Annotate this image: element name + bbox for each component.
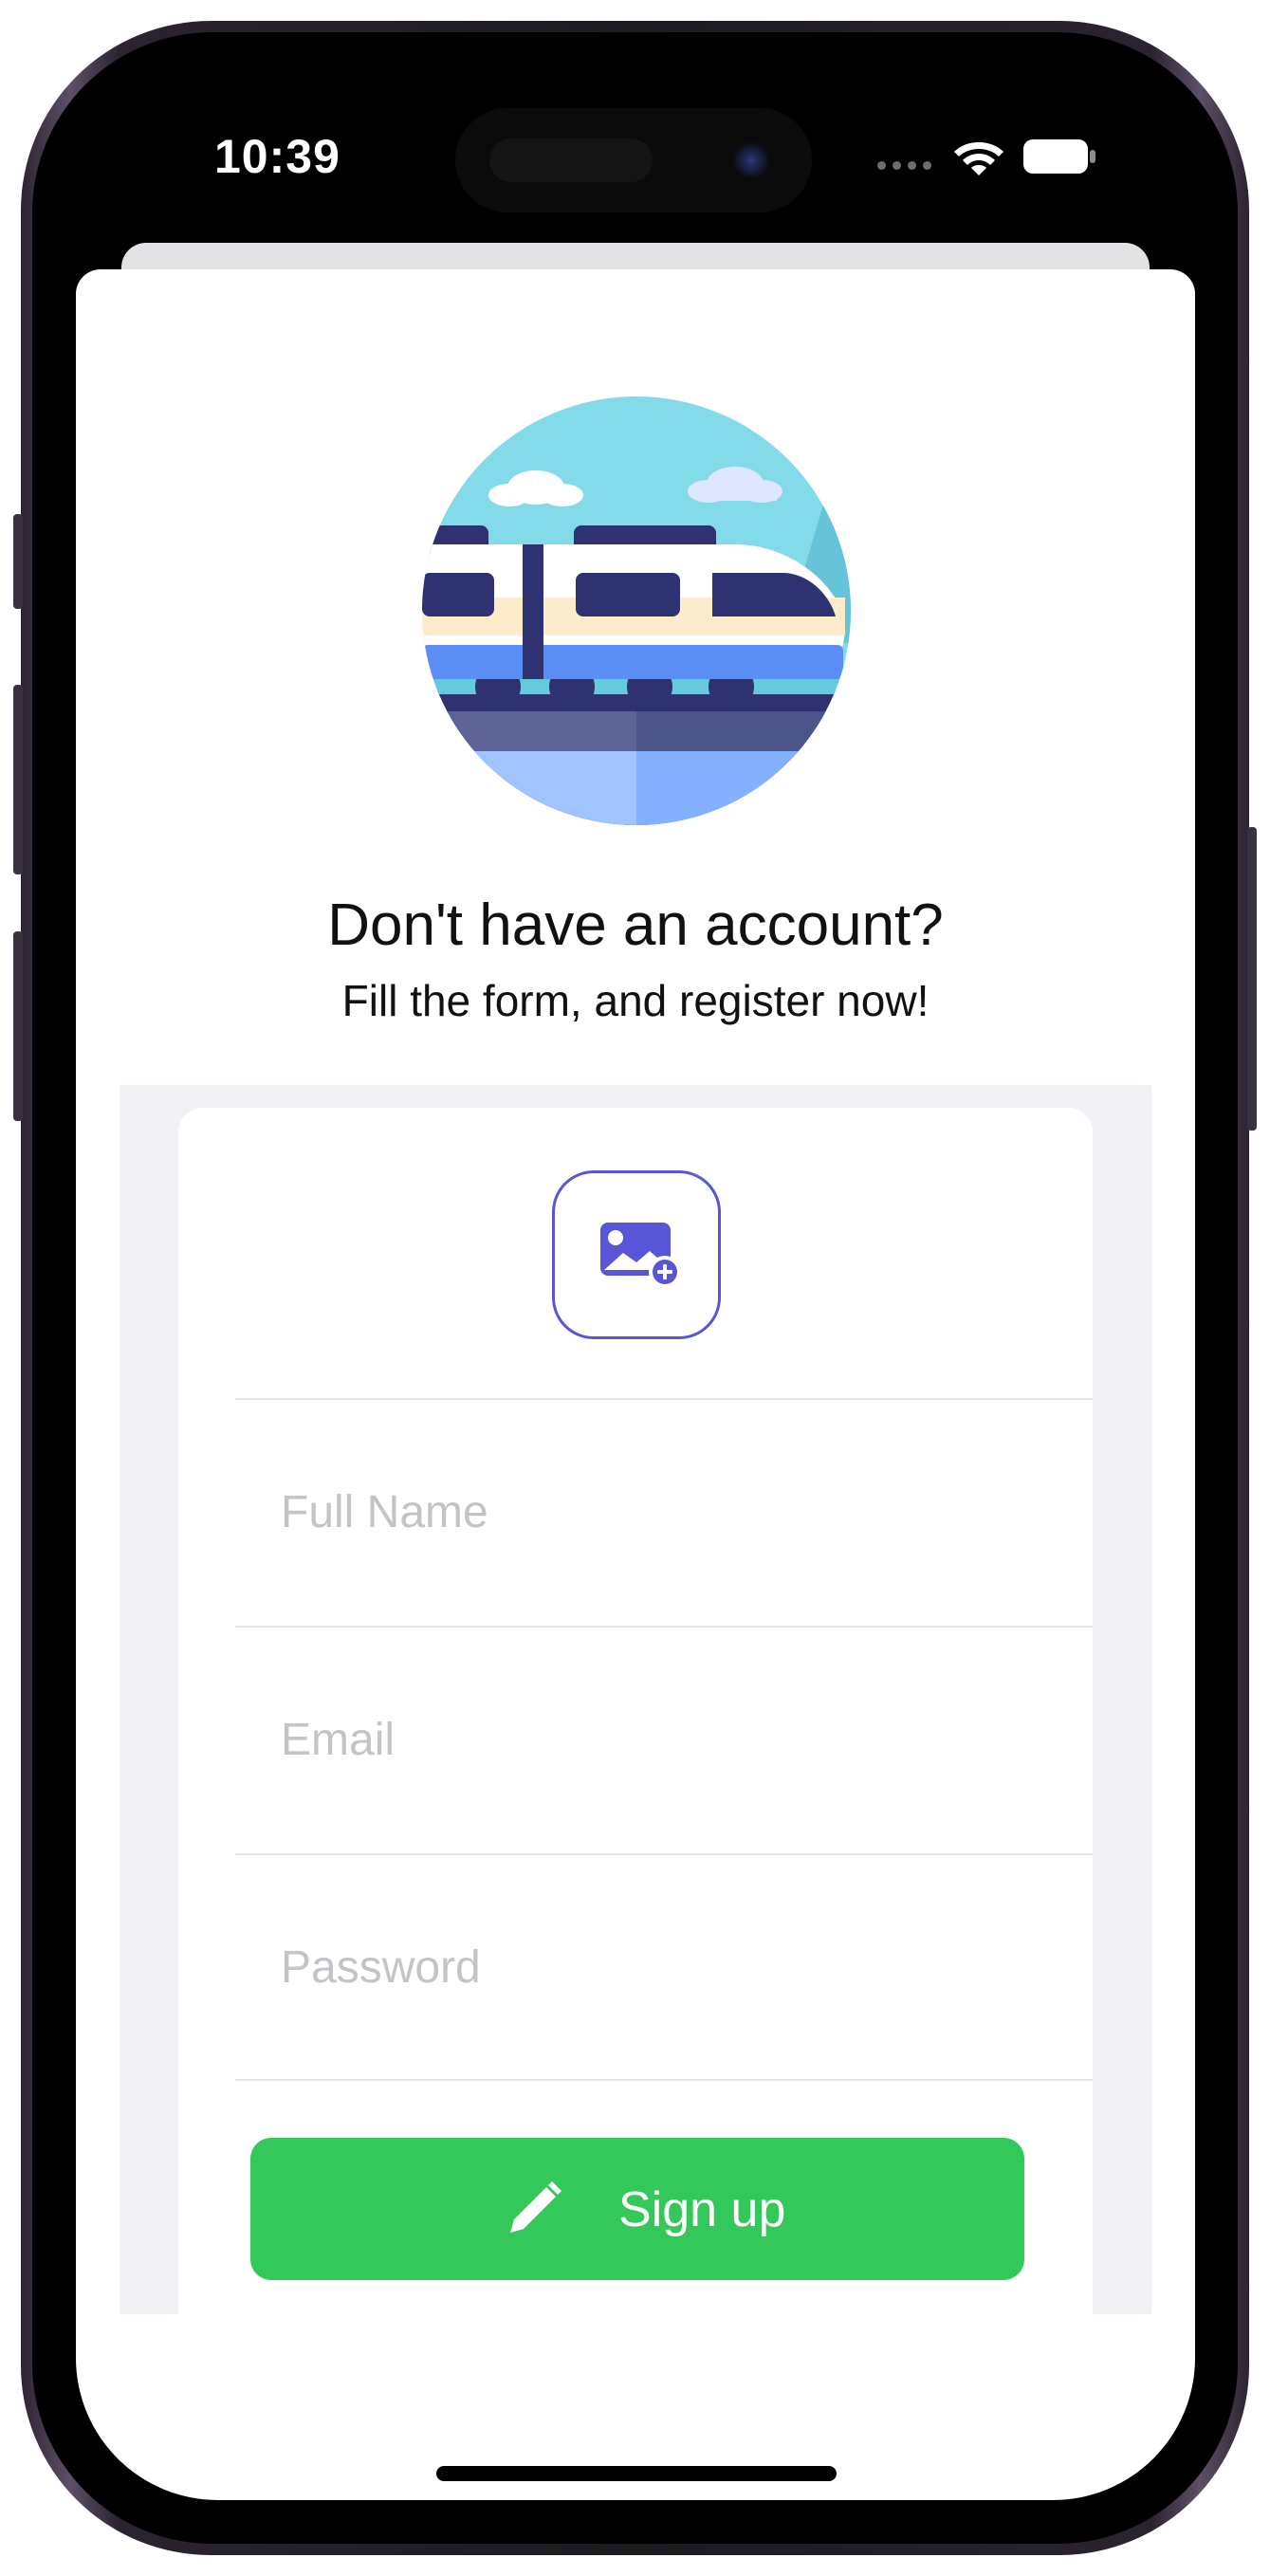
train-illustration <box>422 396 851 825</box>
island-sensor <box>489 138 653 182</box>
status-bar: 10:39 <box>76 74 1195 245</box>
side-button <box>1247 827 1257 1131</box>
password-field[interactable] <box>235 1855 1093 2079</box>
email-field[interactable] <box>235 1628 1093 1851</box>
sign-up-button[interactable]: Sign up <box>250 2138 1024 2280</box>
subheadline: Fill the form, and register now! <box>341 976 929 1025</box>
sign-up-label: Sign up <box>618 2182 786 2237</box>
wifi-icon <box>954 142 1003 175</box>
full-name-field[interactable] <box>235 1400 1093 1624</box>
front-camera <box>732 141 770 179</box>
dynamic-island <box>455 108 812 212</box>
cellular-signal-icon <box>877 161 934 171</box>
headline: Don't have an account? <box>327 892 944 958</box>
avatar-picker-button[interactable] <box>552 1170 721 1339</box>
add-photo-icon <box>600 1223 681 1288</box>
battery-icon <box>1023 139 1095 174</box>
home-indicator[interactable] <box>436 2466 837 2481</box>
side-button <box>13 514 23 609</box>
side-button <box>13 931 23 1121</box>
side-button <box>13 685 23 874</box>
form-card: Sign up <box>178 1108 1093 2314</box>
form-area: Sign up <box>120 1085 1151 2314</box>
pencil-icon <box>510 2181 561 2233</box>
divider <box>235 2079 1093 2081</box>
screen: 10:39 Don't have an account? Fill the fo… <box>76 74 1195 2500</box>
status-time: 10:39 <box>214 130 341 183</box>
registration-sheet: Don't have an account? Fill the form, an… <box>76 269 1195 2500</box>
